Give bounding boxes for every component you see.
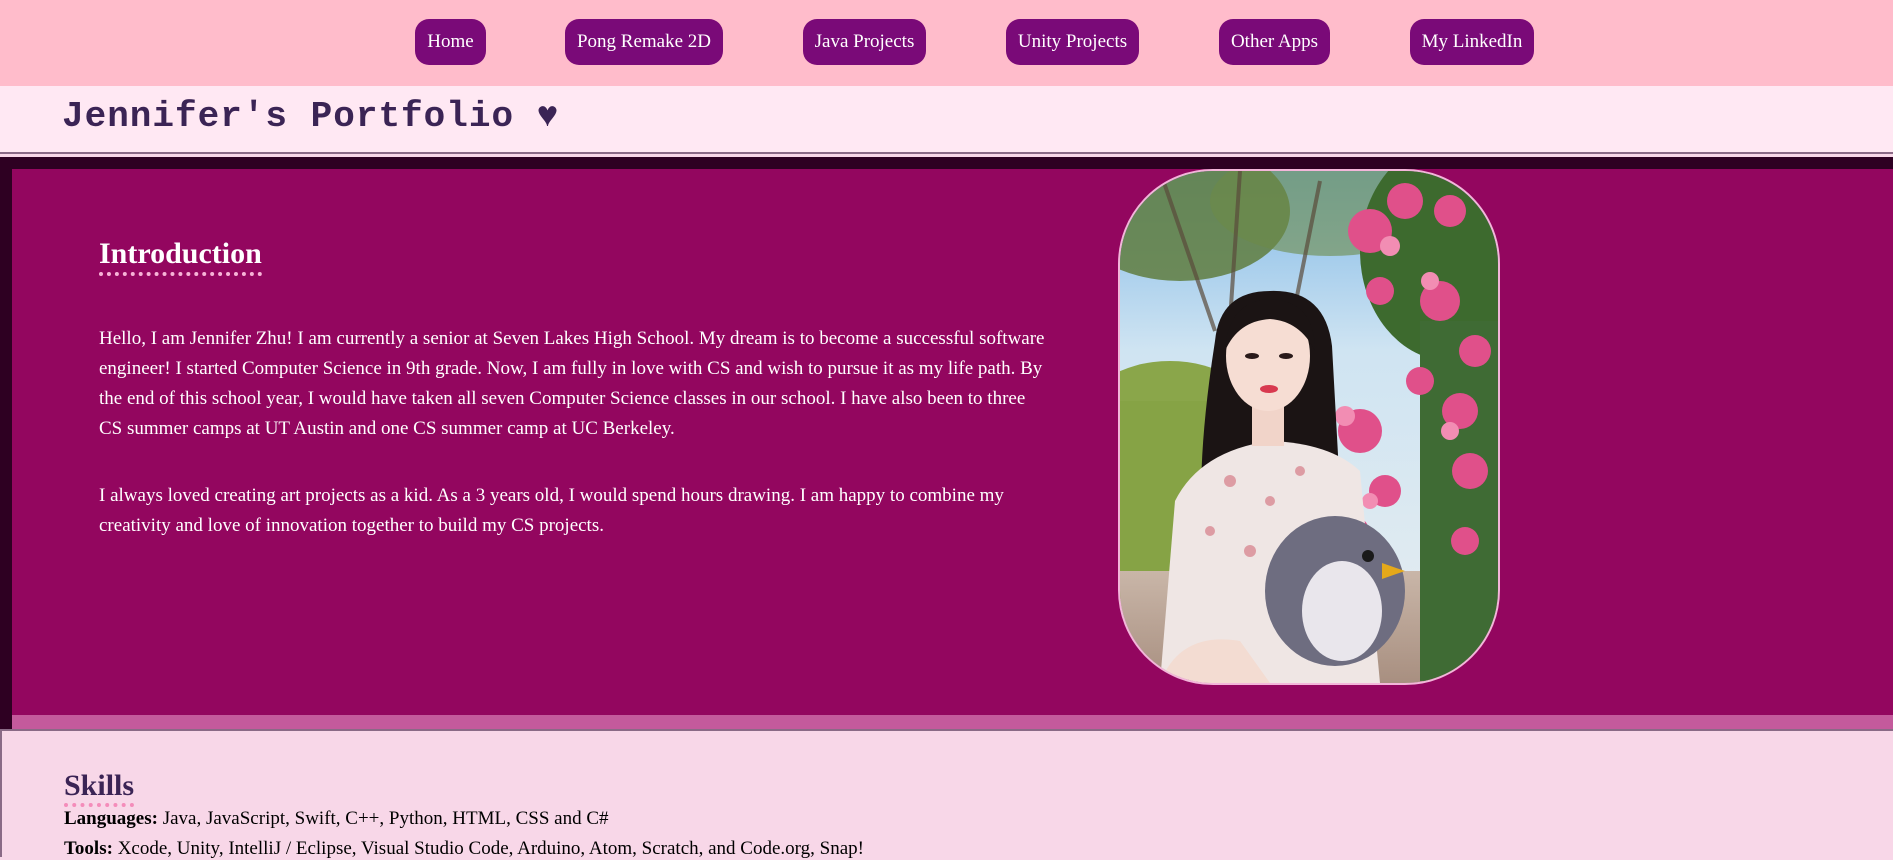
intro-section: Introduction Hello, I am Jennifer Zhu! I… [0, 157, 1893, 729]
title-bar: Jennifer's Portfolio ♥ [0, 86, 1893, 154]
intro-paragraph: I always loved creating art projects as … [99, 485, 1004, 536]
nav-linkedin-button[interactable]: My LinkedIn [1410, 19, 1534, 65]
nav-java-projects-button[interactable]: Java Projects [803, 19, 926, 65]
intro-panel: Introduction Hello, I am Jennifer Zhu! I… [12, 169, 1893, 729]
nav-other-apps-button[interactable]: Other Apps [1219, 19, 1330, 65]
intro-heading: Introduction [99, 237, 262, 276]
nav-pong-remake-button[interactable]: Pong Remake 2D [565, 19, 723, 65]
skills-heading: Skills [64, 769, 135, 807]
nav-home-button[interactable]: Home [415, 19, 486, 65]
nav-unity-projects-button[interactable]: Unity Projects [1006, 19, 1139, 65]
skills-languages-label: Languages: [64, 808, 163, 829]
page-title: Jennifer's Portfolio ♥ [62, 96, 560, 137]
skills-languages-value: Java, JavaScript, Swift, C++, Python, HT… [162, 808, 609, 829]
skills-languages-row: Languages: Java, JavaScript, Swift, C++,… [64, 808, 609, 830]
skills-tools-value: Xcode, Unity, IntelliJ / Eclipse, Visual… [117, 838, 864, 859]
top-navigation: Home Pong Remake 2D Java Projects Unity … [0, 0, 1893, 86]
intro-paragraph: Hello, I am Jennifer Zhu! I am currently… [99, 328, 1045, 439]
skills-section: Skills Languages: Java, JavaScript, Swif… [0, 729, 1893, 859]
skills-tools-label: Tools: [64, 838, 118, 859]
portrait-photo [1118, 169, 1500, 685]
